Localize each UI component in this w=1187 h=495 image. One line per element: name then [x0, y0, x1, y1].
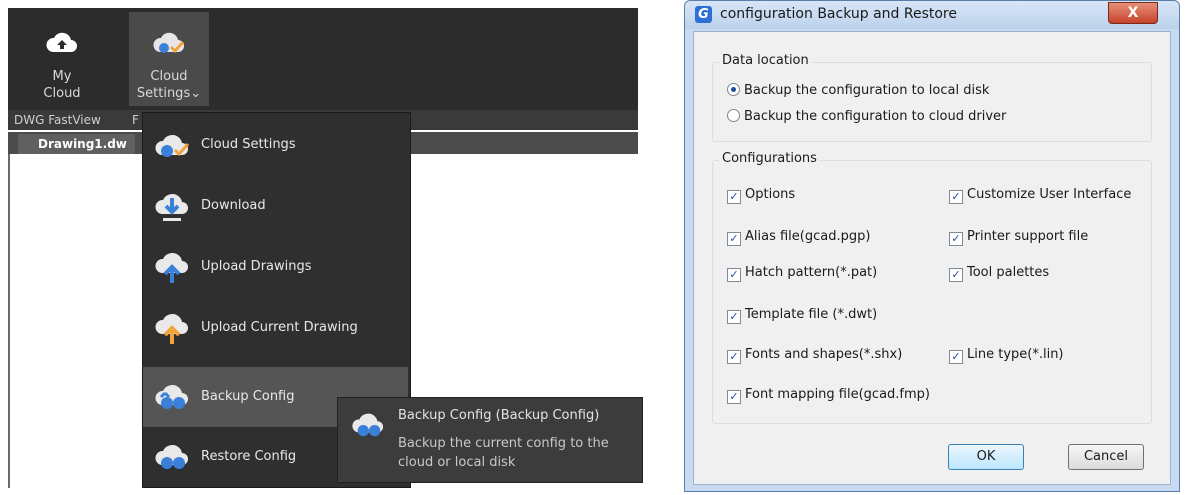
checkbox-font-mapping[interactable]: ✓ Font mapping file(gcad.fmp): [727, 387, 930, 404]
checkbox-indicator: ✓: [727, 268, 741, 282]
tab-drawing1[interactable]: Drawing1.dw: [18, 134, 135, 154]
cloud-settings-button[interactable]: Cloud Settings⌄: [129, 12, 209, 106]
radio-local-disk[interactable]: Backup the configuration to local disk: [727, 83, 989, 98]
config-backup-restore-dialog: G configuration Backup and Restore X Dat…: [684, 0, 1180, 492]
menu-item-label: Backup Config: [201, 389, 295, 404]
panel-label-truncated: F: [132, 113, 139, 127]
cloud-upload-icon: [155, 252, 188, 283]
menu-item-label: Download: [201, 198, 266, 213]
cloud-settings-icon: [153, 32, 185, 54]
checkbox-label: Fonts and shapes(*.shx): [745, 347, 903, 362]
checkbox-label: Font mapping file(gcad.fmp): [745, 387, 930, 402]
radio-label: Backup the configuration to cloud driver: [744, 109, 1007, 124]
checkbox-indicator: ✓: [727, 310, 741, 324]
checkbox-indicator: ✓: [727, 350, 741, 364]
menu-item-label: Upload Drawings: [201, 259, 312, 274]
menu-item-upload-drawings[interactable]: Upload Drawings: [143, 237, 408, 297]
radio-label: Backup the configuration to local disk: [744, 83, 990, 98]
checkbox-indicator: ✓: [949, 232, 963, 246]
configurations-group: Configurations ✓ Options ✓ Customize User …: [712, 151, 1152, 424]
menu-item-upload-current-drawing[interactable]: Upload Current Drawing: [143, 298, 408, 358]
panel-label-dwg-fastview: DWG FastView: [14, 113, 101, 127]
cloud-settings-label: Cloud Settings⌄: [136, 69, 202, 101]
checkbox-indicator: ✓: [949, 268, 963, 282]
checkbox-label: Alias file(gcad.pgp): [745, 229, 871, 244]
checkbox-printer-support[interactable]: ✓ Printer support file: [949, 229, 1088, 246]
checkbox-tool-palettes[interactable]: ✓ Tool palettes: [949, 265, 1049, 282]
dialog-body: Data location Backup the configuration t…: [693, 31, 1171, 485]
radio-cloud-driver[interactable]: Backup the configuration to cloud driver: [727, 109, 1006, 124]
close-button[interactable]: X: [1108, 2, 1158, 24]
checkbox-label: Tool palettes: [967, 265, 1050, 280]
cloud-download-icon: [155, 193, 188, 221]
dialog-titlebar[interactable]: G configuration Backup and Restore X: [685, 1, 1179, 29]
dialog-title: configuration Backup and Restore: [720, 6, 957, 22]
cloud-restore-icon: [155, 444, 188, 469]
cloud-upload-icon: [46, 32, 77, 52]
menu-item-label: Cloud Settings: [201, 137, 296, 152]
checkbox-line-type[interactable]: ✓ Line type(*.lin): [949, 347, 1064, 364]
ribbon: My Cloud Cloud Settings⌄: [8, 8, 638, 110]
cloud-backup-icon: [155, 384, 188, 409]
my-cloud-label: My Cloud: [43, 69, 81, 101]
checkbox-template-file[interactable]: ✓ Template file (*.dwt): [727, 307, 877, 324]
my-cloud-button[interactable]: My Cloud: [22, 12, 102, 106]
ok-button[interactable]: OK: [948, 444, 1024, 470]
backup-config-tooltip: Backup Config (Backup Config) Backup the…: [337, 397, 643, 483]
configurations-title: Configurations: [719, 151, 820, 166]
tooltip-title: Backup Config (Backup Config): [398, 408, 600, 423]
checkbox-label: Hatch pattern(*.pat): [745, 265, 878, 280]
menu-item-cloud-settings[interactable]: Cloud Settings: [143, 115, 408, 175]
tooltip-description: Backup the current config to the cloud o…: [398, 436, 609, 470]
radio-indicator: [727, 83, 740, 96]
checkbox-label: Printer support file: [967, 229, 1089, 244]
cad-application: My Cloud Cloud Settings⌄ DWG FastView F …: [8, 8, 643, 488]
checkbox-label: Options: [745, 187, 796, 202]
menu-item-download[interactable]: Download: [143, 176, 408, 236]
cloud-settings-icon: [155, 134, 190, 157]
checkbox-indicator: ✓: [949, 350, 963, 364]
checkbox-options[interactable]: ✓ Options: [727, 187, 795, 204]
checkbox-indicator: ✓: [949, 190, 963, 204]
checkbox-hatch-pattern[interactable]: ✓ Hatch pattern(*.pat): [727, 265, 877, 282]
checkbox-label: Line type(*.lin): [967, 347, 1064, 362]
checkbox-fonts-shapes[interactable]: ✓ Fonts and shapes(*.shx): [727, 347, 902, 364]
checkbox-alias-file[interactable]: ✓ Alias file(gcad.pgp): [727, 229, 870, 246]
checkbox-indicator: ✓: [727, 190, 741, 204]
radio-indicator: [727, 109, 740, 122]
checkbox-customize-ui[interactable]: ✓ Customize User Interface: [949, 187, 1131, 204]
cloud-backup-icon: [352, 413, 384, 437]
app-logo-icon: G: [695, 6, 712, 23]
data-location-group: Data location Backup the configuration t…: [712, 53, 1152, 142]
cancel-button[interactable]: Cancel: [1068, 444, 1144, 470]
checkbox-indicator: ✓: [727, 390, 741, 404]
data-location-title: Data location: [719, 53, 812, 68]
cloud-upload-current-icon: [155, 313, 188, 344]
checkbox-label: Customize User Interface: [967, 187, 1132, 202]
menu-item-label: Upload Current Drawing: [201, 320, 358, 335]
menu-item-label: Restore Config: [201, 449, 297, 464]
checkbox-indicator: ✓: [727, 232, 741, 246]
checkbox-label: Template file (*.dwt): [745, 307, 878, 322]
